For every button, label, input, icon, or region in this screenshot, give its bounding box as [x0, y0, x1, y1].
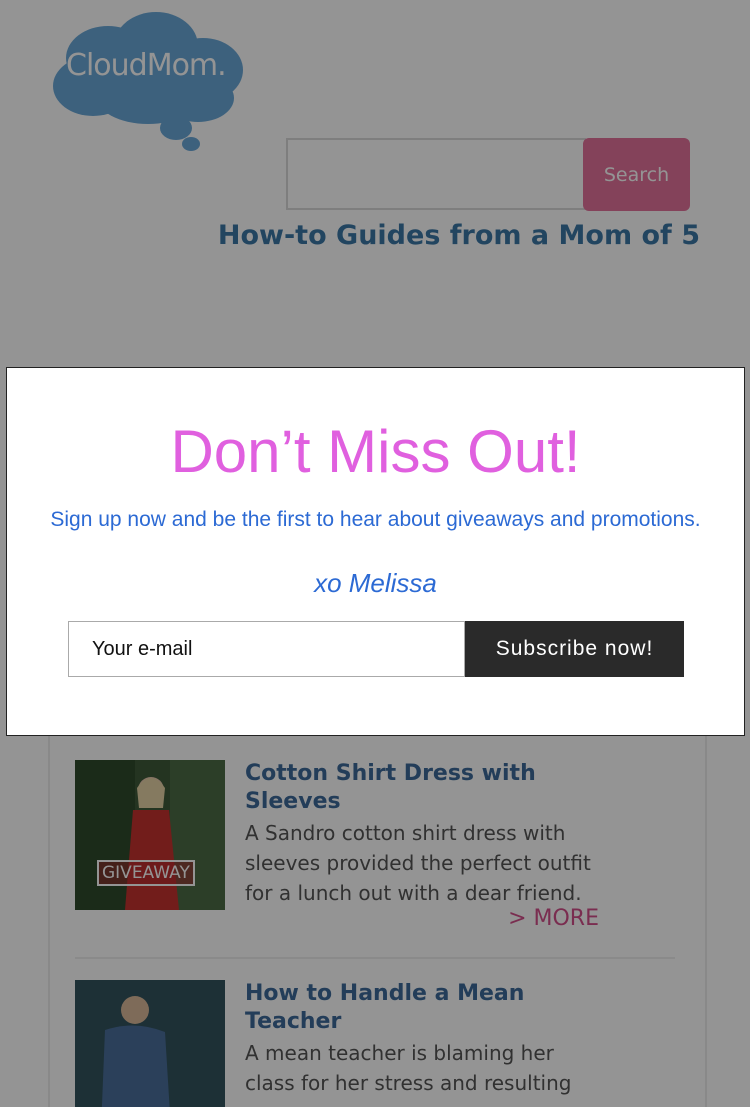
- modal-title: Don’t Miss Out!: [170, 418, 581, 485]
- subscribe-modal: Don’t Miss Out! Sign up now and be the f…: [6, 367, 745, 736]
- modal-signature: xo Melissa: [314, 568, 437, 598]
- page: CloudMom. ® Search How-to Guides from a …: [0, 0, 750, 1107]
- email-field[interactable]: Your e-mail: [68, 621, 465, 677]
- modal-subtitle: Sign up now and be the first to hear abo…: [50, 508, 701, 531]
- subscribe-button[interactable]: Subscribe now!: [465, 621, 684, 677]
